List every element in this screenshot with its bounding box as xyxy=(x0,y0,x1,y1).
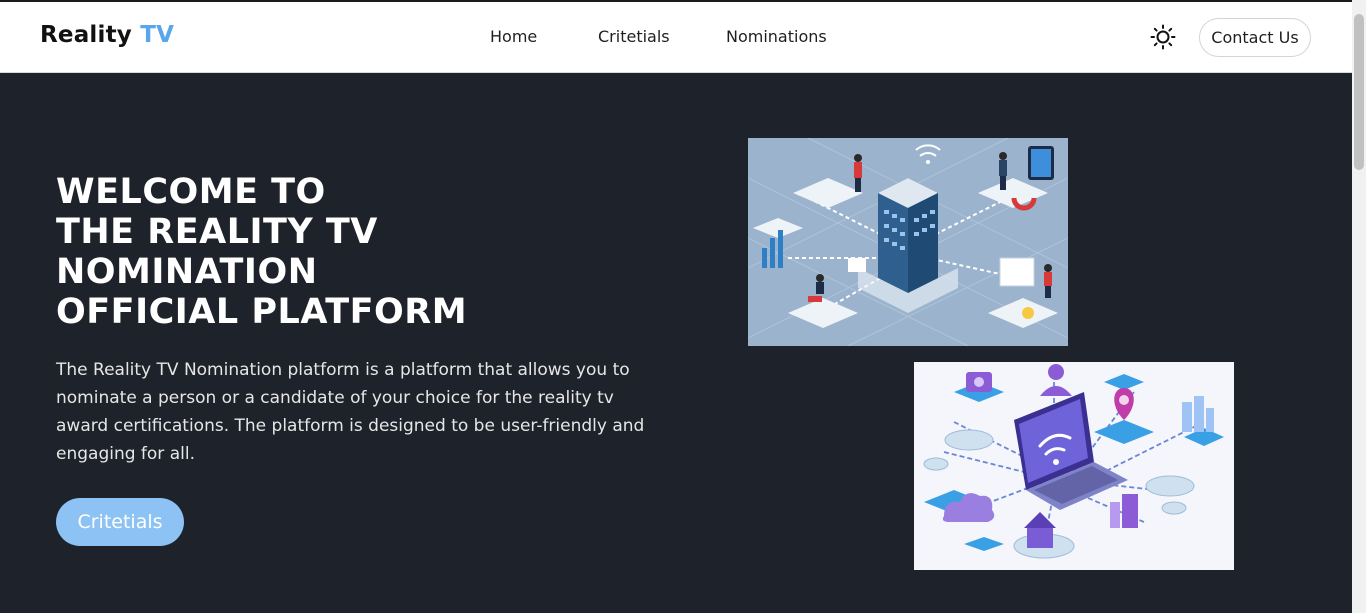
scrollbar-thumb[interactable] xyxy=(1354,14,1364,170)
nav-link-home[interactable]: Home xyxy=(490,27,537,46)
smart-office-illustration xyxy=(748,138,1068,346)
page-scrollbar[interactable] xyxy=(1352,0,1366,613)
nav-link-nominations[interactable]: Nominations xyxy=(726,27,827,46)
hero-title-line-4: OFFICIAL PLATFORM xyxy=(56,292,468,332)
hero-title: WELCOME TO THE REALITY TV NOMINATION OFF… xyxy=(56,172,536,332)
sun-icon[interactable] xyxy=(1150,24,1176,50)
contact-us-button[interactable]: Contact Us xyxy=(1199,18,1311,57)
laptop-network-illustration xyxy=(914,362,1234,570)
hero-title-line-1: WELCOME TO xyxy=(56,172,326,212)
brand-accent: TV xyxy=(140,22,175,48)
critetials-cta-button[interactable]: Critetials xyxy=(56,498,184,546)
hero-title-line-2: THE REALITY TV xyxy=(56,212,378,252)
brand-name: Reality xyxy=(40,22,132,48)
nav-link-critetials[interactable]: Critetials xyxy=(598,27,670,46)
brand-logo[interactable]: Reality TV xyxy=(40,22,174,48)
hero-title-line-3: NOMINATION xyxy=(56,252,318,292)
hero-description: The Reality TV Nomination platform is a … xyxy=(56,360,645,464)
navbar: Reality TV Home Critetials Nominations C… xyxy=(0,2,1352,73)
